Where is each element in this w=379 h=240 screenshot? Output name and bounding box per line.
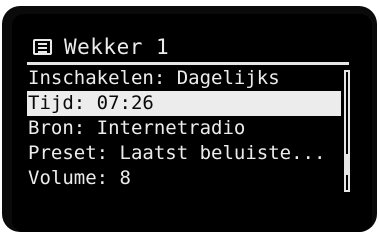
menu-item-preset[interactable]: Preset: Laatst beluiste...: [27, 141, 341, 166]
header-divider: [27, 62, 349, 65]
menu-item-volume[interactable]: Volume: 8: [27, 166, 341, 191]
screen-header: Wekker 1: [33, 33, 169, 61]
page-title: Wekker 1: [64, 35, 170, 59]
menu-item-source[interactable]: Bron: Internetradio: [27, 116, 341, 141]
menu-list-icon: [33, 39, 52, 55]
menu-item-time[interactable]: Tijd: 07:26: [27, 91, 341, 116]
scrollbar-thumb[interactable]: [346, 154, 348, 175]
scrollbar[interactable]: [344, 70, 350, 192]
alarm-settings-list: Inschakelen: Dagelijks Tijd: 07:26 Bron:…: [27, 66, 341, 191]
menu-item-enable[interactable]: Inschakelen: Dagelijks: [27, 66, 341, 91]
